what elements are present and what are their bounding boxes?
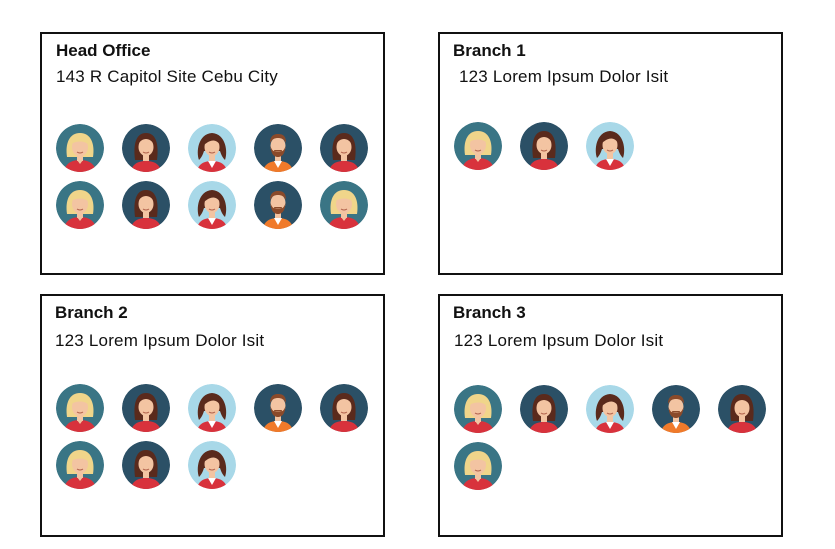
avatar-curly-woman bbox=[188, 124, 236, 172]
office-card-branch-1: Branch 1 123 Lorem Ipsum Dolor Isit bbox=[438, 32, 783, 275]
avatar-blonde-woman bbox=[56, 441, 104, 489]
avatar-brunette-woman bbox=[520, 385, 568, 433]
avatar-brunette-woman bbox=[122, 124, 170, 172]
office-title: Branch 1 bbox=[453, 41, 526, 60]
avatar-bearded-man bbox=[652, 385, 700, 433]
avatar-brunette-woman bbox=[320, 124, 368, 172]
office-address: 123 Lorem Ipsum Dolor Isit bbox=[454, 331, 664, 350]
office-title: Branch 3 bbox=[453, 303, 526, 322]
office-card-branch-3: Branch 3 123 Lorem Ipsum Dolor Isit bbox=[438, 294, 783, 537]
office-card-head-office: Head Office 143 R Capitol Site Cebu City bbox=[40, 32, 385, 275]
avatar-brunette-woman bbox=[122, 441, 170, 489]
avatar-blonde-woman bbox=[454, 385, 502, 433]
avatar-bearded-man bbox=[254, 124, 302, 172]
avatar-brunette-woman bbox=[122, 384, 170, 432]
avatar-blonde-woman bbox=[56, 384, 104, 432]
office-title: Head Office bbox=[56, 41, 151, 60]
avatar-brunette-woman bbox=[718, 385, 766, 433]
avatar-curly-woman bbox=[586, 385, 634, 433]
avatar-blonde-woman bbox=[320, 181, 368, 229]
avatar-brunette-woman bbox=[520, 122, 568, 170]
office-title: Branch 2 bbox=[55, 303, 128, 322]
avatar-blonde-woman bbox=[454, 442, 502, 490]
avatar-curly-woman bbox=[188, 384, 236, 432]
office-card-branch-2: Branch 2 123 Lorem Ipsum Dolor Isit bbox=[40, 294, 385, 537]
avatar-blonde-woman bbox=[454, 122, 502, 170]
office-address: 123 Lorem Ipsum Dolor Isit bbox=[459, 67, 669, 86]
avatar-blonde-woman bbox=[56, 181, 104, 229]
avatar-bearded-man bbox=[254, 181, 302, 229]
office-address: 123 Lorem Ipsum Dolor Isit bbox=[55, 331, 265, 350]
avatar-curly-woman bbox=[586, 122, 634, 170]
avatar-curly-woman bbox=[188, 181, 236, 229]
avatar-curly-woman bbox=[188, 441, 236, 489]
office-address: 143 R Capitol Site Cebu City bbox=[56, 67, 278, 86]
avatar-blonde-woman bbox=[56, 124, 104, 172]
avatar-brunette-woman bbox=[320, 384, 368, 432]
avatar-bearded-man bbox=[254, 384, 302, 432]
avatar-brunette-woman bbox=[122, 181, 170, 229]
